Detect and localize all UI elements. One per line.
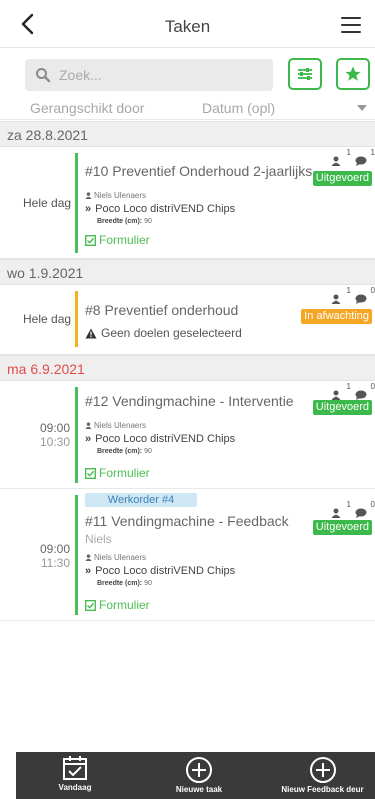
- task-machine: » Poco Loco distriVEND Chips: [85, 203, 236, 215]
- search-box: [25, 59, 273, 91]
- double-chevron-icon: »: [85, 565, 92, 577]
- person-icon: 1: [331, 382, 351, 400]
- form-link[interactable]: Formulier: [85, 466, 150, 480]
- nav-today-button[interactable]: Vandaag: [52, 752, 98, 792]
- checkbox-icon: [85, 234, 96, 246]
- favorite-button[interactable]: [336, 58, 370, 90]
- page-title: Taken: [164, 17, 211, 36]
- star-icon: [345, 66, 361, 81]
- nav-new-feedback-button[interactable]: Nieuw Feedback deur: [270, 752, 375, 794]
- comment-icon: 0: [355, 286, 375, 304]
- task-warning: Geen doelen geselecteerd: [85, 326, 242, 340]
- checkbox-icon: [85, 599, 96, 611]
- status-bar: [75, 153, 78, 253]
- search-icon: [36, 68, 51, 83]
- chevron-down-icon[interactable]: [357, 105, 367, 111]
- search-input[interactable]: [59, 59, 259, 91]
- comment-icon: 1: [355, 148, 375, 166]
- task-time: Hele dag: [23, 196, 72, 210]
- task-assignee: Niels Ulenaers: [85, 553, 146, 562]
- task-assignee: Niels Ulenaers: [85, 191, 146, 200]
- task-title: #10 Preventief Onderhoud 2-jaarlijks: [85, 163, 313, 179]
- plus-circle-icon: [186, 757, 212, 783]
- task-time: 09:00 10:30: [39, 421, 70, 449]
- double-chevron-icon: »: [85, 433, 92, 445]
- status-badge: Uitgevoerd: [312, 520, 372, 535]
- people-count: 1: [346, 148, 351, 157]
- sort-row[interactable]: Gerangschikt door Datum (opl): [0, 96, 375, 120]
- task-title: #12 Vendingmachine - Interventie: [85, 393, 294, 409]
- task-time: Hele dag: [23, 312, 72, 326]
- hamburger-icon[interactable]: [341, 17, 361, 33]
- work-order-tag[interactable]: Werkorder #4: [85, 493, 197, 507]
- people-count: 1: [346, 286, 351, 295]
- sliders-icon: [298, 68, 312, 80]
- task-width: Breedte (cm): 90: [97, 218, 152, 225]
- task-subtitle: Niels: [85, 532, 112, 546]
- person-icon: 1: [331, 148, 351, 166]
- double-chevron-icon: »: [85, 203, 92, 215]
- task-machine: » Poco Loco distriVEND Chips: [85, 433, 236, 445]
- task-counters: 1 0: [331, 286, 375, 304]
- person-icon: 1: [331, 286, 351, 304]
- person-icon: [85, 422, 92, 429]
- task-card[interactable]: Hele dag #8 Preventief onderhoud 1 0 In …: [0, 285, 375, 355]
- date-header: wo 1.9.2021: [0, 259, 375, 285]
- comment-count: 0: [370, 382, 375, 391]
- plus-circle-icon: [309, 757, 336, 783]
- task-card[interactable]: Hele dag #10 Preventief Onderhoud 2-jaar…: [0, 147, 375, 259]
- people-count: 1: [346, 500, 351, 509]
- task-width: Breedte (cm): 90: [97, 448, 152, 455]
- sort-value[interactable]: Datum (opl): [202, 100, 275, 116]
- task-counters: 1 0: [331, 500, 375, 518]
- task-counters: 1 1: [331, 148, 375, 166]
- task-assignee: Niels Ulenaers: [85, 421, 146, 430]
- status-bar: [75, 291, 78, 347]
- task-title: #8 Preventief onderhoud: [85, 302, 239, 318]
- people-count: 1: [346, 382, 351, 391]
- person-icon: [85, 192, 92, 199]
- date-header: ma 6.9.2021: [0, 355, 375, 381]
- checkbox-icon: [85, 467, 96, 479]
- status-badge: In afwachting: [301, 309, 372, 324]
- comment-count: 1: [370, 148, 375, 157]
- task-card[interactable]: Werkorder #4 09:00 11:30 #11 Vendingmach…: [0, 489, 375, 621]
- status-badge: Uitgevoerd: [312, 400, 372, 415]
- status-bar: [75, 387, 78, 483]
- task-counters: 1 0: [331, 382, 375, 400]
- task-card[interactable]: 09:00 10:30 #12 Vendingmachine - Interve…: [0, 381, 375, 489]
- comment-count: 0: [370, 286, 375, 295]
- form-link[interactable]: Formulier: [85, 233, 150, 247]
- nav-label: Nieuw Feedback deur: [281, 785, 364, 794]
- calendar-check-icon: [63, 756, 87, 780]
- bottom-nav: Vandaag Nieuwe taak Nieuw Feedback deur: [16, 752, 375, 799]
- app-header: Taken: [0, 0, 375, 48]
- nav-new-task-button[interactable]: Nieuwe taak: [164, 752, 234, 794]
- filter-button[interactable]: [288, 58, 322, 90]
- sort-label: Gerangschikt door: [30, 100, 145, 116]
- date-header: za 28.8.2021: [0, 121, 375, 147]
- form-link[interactable]: Formulier: [85, 598, 150, 612]
- search-row: [0, 57, 375, 93]
- person-icon: [85, 554, 92, 561]
- comment-count: 0: [370, 500, 375, 509]
- warning-icon: [85, 328, 97, 338]
- comment-icon: 0: [355, 500, 375, 518]
- comment-icon: 0: [355, 382, 375, 400]
- task-time: 09:00 11:30: [39, 542, 70, 570]
- task-machine: » Poco Loco distriVEND Chips: [85, 565, 236, 577]
- status-badge: Uitgevoerd: [312, 171, 372, 186]
- status-bar: [75, 495, 78, 615]
- task-width: Breedte (cm): 90: [97, 580, 152, 587]
- person-icon: 1: [331, 500, 351, 518]
- nav-label: Nieuwe taak: [175, 785, 223, 794]
- nav-label: Vandaag: [58, 783, 92, 792]
- task-title: #11 Vendingmachine - Feedback: [85, 513, 289, 529]
